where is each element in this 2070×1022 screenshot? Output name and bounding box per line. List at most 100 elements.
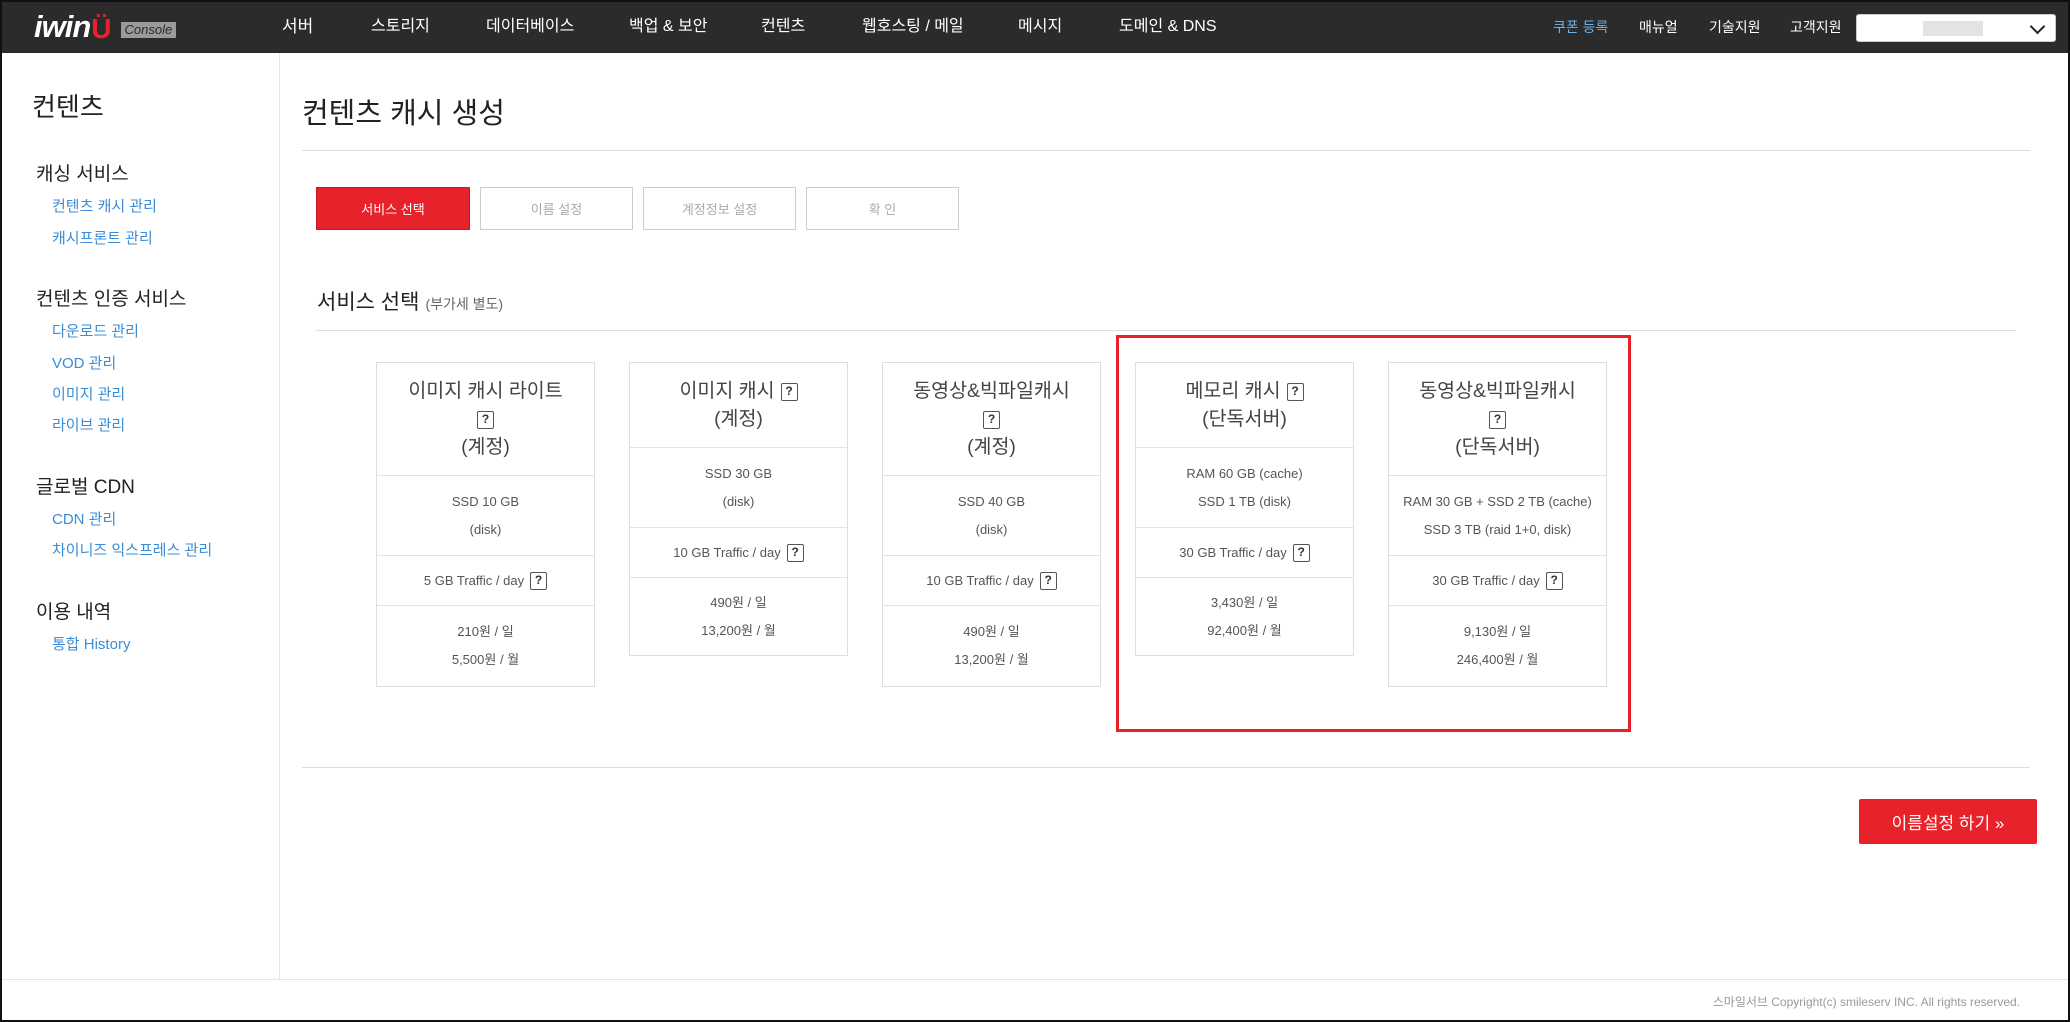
card-traffic-text: 5 GB Traffic / day [423, 572, 525, 588]
help-icon[interactable]: ? [780, 382, 798, 401]
card-traffic: 30 GB Traffic / day? [1136, 528, 1353, 578]
section-title: 서비스 선택 (부가세 별도) [317, 286, 503, 316]
card-price: 210원 / 일 5,500원 / 월 [377, 606, 594, 686]
page-title: 컨텐츠 캐시 생성 [302, 98, 505, 130]
help-icon[interactable]: ? [1489, 410, 1506, 429]
card-type: (계정) [967, 436, 1016, 458]
account-name-redacted [1923, 21, 1983, 36]
card-traffic-text: 10 GB Traffic / day [926, 572, 1034, 588]
card-name: 이미지 캐시 라이트 [408, 380, 563, 402]
footer-copyright: 스마일서브 Copyright(c) smileserv INC. All ri… [1712, 995, 2020, 1009]
card-traffic-text: 30 GB Traffic / day [1179, 544, 1287, 560]
next-name-setting-button[interactable]: 이름설정 하기 » [1859, 799, 2037, 844]
account-select[interactable] [1856, 14, 2056, 42]
card-spec-line: (disk) [469, 521, 502, 537]
help-icon[interactable]: ? [477, 410, 494, 429]
customer-support-link[interactable]: 고객지원 [1790, 17, 1842, 37]
service-card-image-cache-lite[interactable]: 이미지 캐시 라이트 ? (계정) SSD 10 GB (disk) 5 GB … [376, 362, 595, 687]
card-spec-line: (disk) [975, 521, 1008, 537]
card-name: 메모리 캐시 [1185, 380, 1281, 402]
card-price-day: 9,130원 / 일 [1463, 624, 1532, 639]
sidebar-item-chinese-express[interactable]: 차이니즈 익스프레스 관리 [52, 539, 212, 560]
step-account-setting[interactable]: 계정정보 설정 [643, 187, 796, 230]
footer-divider [2, 979, 2068, 980]
step-confirm[interactable]: 확 인 [806, 187, 959, 230]
service-card-video-bigfile-cache[interactable]: 동영상&빅파일캐시 ? (계정) SSD 40 GB (disk) 10 GB … [882, 362, 1101, 687]
card-header: 동영상&빅파일캐시 ? (계정) [883, 363, 1100, 476]
card-price: 9,130원 / 일 246,400원 / 월 [1389, 606, 1606, 686]
help-icon[interactable]: ? [1039, 571, 1057, 590]
sidebar-item-cachefront[interactable]: 캐시프론트 관리 [52, 227, 153, 248]
card-price-month: 5,500원 / 월 [451, 652, 520, 667]
card-price-day: 490원 / 일 [963, 624, 1020, 639]
help-icon[interactable]: ? [786, 543, 804, 562]
card-traffic: 5 GB Traffic / day? [377, 556, 594, 606]
card-traffic: 10 GB Traffic / day? [883, 556, 1100, 606]
card-price-month: 13,200원 / 월 [954, 652, 1029, 667]
card-header: 이미지 캐시? (계정) [630, 363, 847, 448]
card-type: (단독서버) [1202, 408, 1287, 430]
sidebar-item-download[interactable]: 다운로드 관리 [52, 320, 139, 341]
sidebar-item-vod[interactable]: VOD 관리 [52, 352, 116, 373]
card-price-month: 13,200원 / 월 [701, 622, 776, 638]
card-spec-line: RAM 30 GB + SSD 2 TB (cache) [1403, 493, 1592, 509]
nav-message[interactable]: 메시지 [1018, 17, 1062, 37]
card-traffic: 30 GB Traffic / day? [1389, 556, 1606, 606]
card-spec-line: SSD 30 GB [704, 465, 773, 481]
card-spec: RAM 30 GB + SSD 2 TB (cache) SSD 3 TB (r… [1389, 476, 1606, 556]
sidebar-section-caching: 캐싱 서비스 [36, 164, 129, 185]
sidebar-item-live[interactable]: 라이브 관리 [52, 414, 125, 435]
sidebar-item-contents-cache[interactable]: 컨텐츠 캐시 관리 [52, 195, 157, 216]
manual-link[interactable]: 매뉴얼 [1639, 17, 1678, 37]
nav-storage[interactable]: 스토리지 [371, 17, 430, 37]
card-spec-line: SSD 40 GB [957, 493, 1026, 509]
help-icon[interactable]: ? [530, 571, 548, 590]
sidebar-item-image[interactable]: 이미지 관리 [52, 383, 125, 404]
help-icon[interactable]: ? [983, 410, 1000, 429]
help-icon[interactable]: ? [1545, 571, 1563, 590]
nav-database[interactable]: 데이터베이스 [486, 17, 574, 37]
card-spec-line: SSD 10 GB [451, 493, 520, 509]
card-traffic-text: 30 GB Traffic / day [1432, 572, 1540, 588]
content-bottom-divider [302, 767, 2030, 768]
logo-mark: Ü [91, 13, 112, 44]
nav-backup-security[interactable]: 백업 & 보안 [629, 17, 707, 37]
nav-server[interactable]: 서버 [282, 17, 313, 37]
chevron-down-icon [2029, 18, 2046, 35]
console-badge: Console [120, 22, 177, 38]
card-spec: SSD 10 GB (disk) [377, 476, 594, 556]
help-icon[interactable]: ? [1286, 382, 1304, 401]
card-spec-line: SSD 1 TB (disk) [1198, 493, 1291, 509]
nav-domain-dns[interactable]: 도메인 & DNS [1119, 17, 1217, 37]
card-name: 동영상&빅파일캐시 [1419, 380, 1576, 402]
card-price-day: 490원 / 일 [710, 594, 767, 610]
service-card-image-cache[interactable]: 이미지 캐시? (계정) SSD 30 GB (disk) 10 GB Traf… [629, 362, 848, 656]
nav-webhosting-mail[interactable]: 웹호스팅 / 메일 [862, 17, 964, 37]
card-header: 메모리 캐시? (단독서버) [1136, 363, 1353, 448]
card-spec-line: SSD 3 TB (raid 1+0, disk) [1423, 521, 1572, 537]
tech-support-link[interactable]: 기술지원 [1709, 17, 1761, 37]
step-service-select[interactable]: 서비스 선택 [316, 187, 470, 230]
card-type: (계정) [461, 436, 510, 458]
card-header: 동영상&빅파일캐시 ? (단독서버) [1389, 363, 1606, 476]
card-spec: SSD 40 GB (disk) [883, 476, 1100, 556]
service-card-memory-cache[interactable]: 메모리 캐시? (단독서버) RAM 60 GB (cache) SSD 1 T… [1135, 362, 1354, 656]
card-price-month: 92,400원 / 월 [1207, 622, 1282, 638]
card-price-month: 246,400원 / 월 [1456, 652, 1539, 667]
nav-contents[interactable]: 컨텐츠 [761, 17, 805, 37]
sidebar-item-history[interactable]: 통합 History [52, 633, 130, 654]
sidebar-item-cdn[interactable]: CDN 관리 [52, 508, 116, 529]
card-traffic-text: 10 GB Traffic / day [673, 544, 781, 560]
card-price-day: 210원 / 일 [457, 624, 514, 639]
card-header: 이미지 캐시 라이트 ? (계정) [377, 363, 594, 476]
service-card-video-bigfile-dedicated[interactable]: 동영상&빅파일캐시 ? (단독서버) RAM 30 GB + SSD 2 TB … [1388, 362, 1607, 687]
card-price: 490원 / 일 13,200원 / 월 [883, 606, 1100, 686]
help-icon[interactable]: ? [1292, 543, 1310, 562]
card-price-day: 3,430원 / 일 [1210, 594, 1279, 610]
sidebar: 컨텐츠 캐싱 서비스 컨텐츠 캐시 관리 캐시프론트 관리 컨텐츠 인증 서비스… [2, 53, 280, 980]
sidebar-section-usage: 이용 내역 [36, 602, 112, 623]
iwinv-logo[interactable]: iwin Ü Console [34, 10, 177, 44]
coupon-register-link[interactable]: 쿠폰 등록 [1553, 17, 1608, 37]
card-spec-line: (disk) [722, 493, 755, 509]
step-name-setting[interactable]: 이름 설정 [480, 187, 633, 230]
